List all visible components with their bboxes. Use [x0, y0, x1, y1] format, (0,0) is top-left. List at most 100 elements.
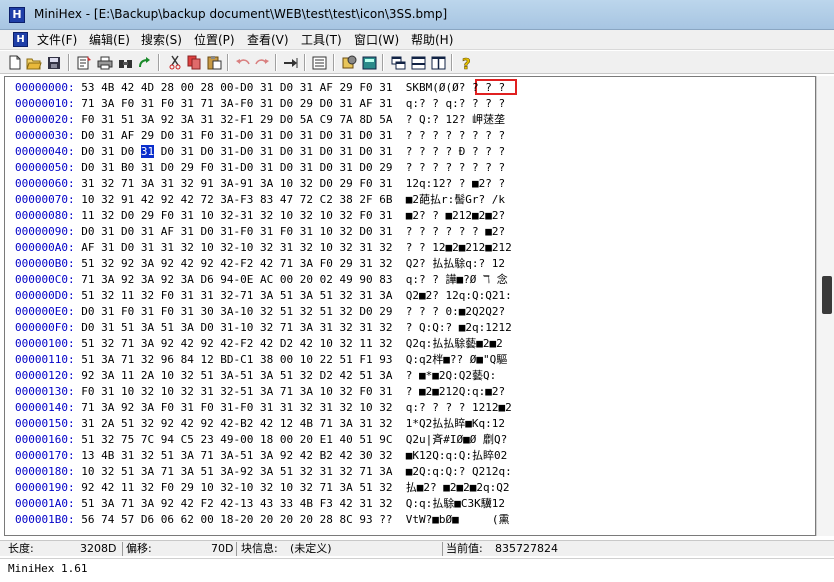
row-hex-bytes[interactable]: F0 31 51 3A 92 3A 31 32-F1 29 D0 5A C9 7…	[81, 113, 392, 126]
tools-icon[interactable]	[340, 54, 358, 71]
help-icon[interactable]: ?	[458, 54, 476, 71]
calculator-icon[interactable]	[360, 54, 378, 71]
row-hex-bytes[interactable]: D0 31 D0 31 AF 31 D0 31-F0 31 F0 31 10 3…	[81, 225, 392, 238]
hex-row[interactable]: 00000040: D0 31 D0 31 D0 31 D0 31-D0 31 …	[15, 145, 505, 158]
row-hex-bytes[interactable]: 10 32 91 42 92 42 72 3A-F3 83 47 72 C2 3…	[81, 193, 392, 206]
tile-horizontal-icon[interactable]	[409, 54, 427, 71]
row-hex-bytes[interactable]: D0 31 AF 29 D0 31 F0 31-D0 31 D0 31 D0 3…	[81, 129, 392, 142]
row-hex-bytes[interactable]: 11 32 D0 29 F0 31 10 32-31 32 10 32 10 3…	[81, 209, 392, 222]
hex-row[interactable]: 00000140: 71 3A 92 3A F0 31 F0 31-F0 31 …	[15, 401, 512, 414]
row-hex-bytes[interactable]: 51 3A 71 3A 92 42 F2 42-13 43 33 4B F3 4…	[81, 497, 392, 510]
row-ascii[interactable]: Q2■2? 12q:Q:Q21:	[406, 289, 512, 302]
row-hex-bytes[interactable]: F0 31 10 32 10 32 31 32-51 3A 71 3A 10 3…	[81, 385, 392, 398]
hex-row[interactable]: 00000070: 10 32 91 42 92 42 72 3A-F3 83 …	[15, 193, 505, 206]
undo-icon[interactable]	[233, 54, 251, 71]
row-hex-bytes[interactable]: 53 4B 42 4D 28 00 28 00-D0 31 D0 31 AF 2…	[81, 81, 392, 94]
hex-row[interactable]: 00000180: 10 32 51 3A 71 3A 51 3A-92 3A …	[15, 465, 512, 478]
row-ascii[interactable]: Q:q:払駼■C3K驥12	[406, 497, 505, 510]
row-ascii[interactable]: ■2Q:q:Q:? Q212q:	[406, 465, 512, 478]
row-ascii[interactable]: ? ■*■2Q:Q2藝Q:	[406, 369, 496, 382]
new-file-icon[interactable]	[6, 54, 24, 71]
menu-search[interactable]: 搜索(S)	[141, 32, 182, 48]
row-ascii[interactable]: ■2葩払r:髻Gr? /k	[406, 193, 505, 206]
hex-row[interactable]: 00000030: D0 31 AF 29 D0 31 F0 31-D0 31 …	[15, 129, 505, 142]
row-ascii[interactable]: q:? ? ? ? 1212■2	[406, 401, 512, 414]
row-hex-bytes[interactable]: 13 4B 31 32 51 3A 71 3A-51 3A 92 42 B2 4…	[81, 449, 392, 462]
row-ascii[interactable]: ? ■2■212Q:q:■2?	[406, 385, 505, 398]
hex-row[interactable]: 000000B0: 51 32 92 3A 92 42 92 42-F2 42 …	[15, 257, 505, 270]
copy-icon[interactable]	[185, 54, 203, 71]
row-ascii[interactable]: ? Q:? 12? 岬蒁垄	[406, 113, 505, 126]
menu-tools[interactable]: 工具(T)	[301, 32, 342, 48]
menu-position[interactable]: 位置(P)	[194, 32, 235, 48]
tile-vertical-icon[interactable]	[429, 54, 447, 71]
hex-row[interactable]: 00000170: 13 4B 31 32 51 3A 71 3A-51 3A …	[15, 449, 507, 462]
row-hex-bytes[interactable]: 71 3A F0 31 F0 31 71 3A-F0 31 D0 29 D0 3…	[81, 97, 392, 110]
hex-row[interactable]: 00000060: 31 32 71 3A 31 32 91 3A-91 3A …	[15, 177, 505, 190]
row-ascii[interactable]: ? Q:Q:? ■2q:1212	[406, 321, 512, 334]
hex-row[interactable]: 00000120: 92 3A 11 2A 10 32 51 3A-51 3A …	[15, 369, 496, 382]
hex-row[interactable]: 000000D0: 51 32 11 32 F0 31 31 32-71 3A …	[15, 289, 512, 302]
row-hex-bytes[interactable]: 31 32 71 3A 31 32 91 3A-91 3A 10 32 D0 2…	[81, 177, 392, 190]
hex-row[interactable]: 00000110: 51 3A 71 32 96 84 12 BD-C1 38 …	[15, 353, 507, 366]
hex-row[interactable]: 00000020: F0 31 51 3A 92 3A 31 32-F1 29 …	[15, 113, 505, 126]
hex-view[interactable]: 00000000: 53 4B 42 4D 28 00 28 00-D0 31 …	[4, 76, 816, 536]
row-ascii[interactable]: Q2q:払払駼藝■2■2	[406, 337, 503, 350]
properties-icon[interactable]	[75, 54, 93, 71]
hex-row[interactable]: 000000C0: 71 3A 92 3A 92 3A D6 94-0E AC …	[15, 273, 508, 286]
hex-row[interactable]: 000000A0: AF 31 D0 31 31 32 10 32-10 32 …	[15, 241, 512, 254]
row-ascii[interactable]: ■2? ? ■212■2■2?	[406, 209, 505, 222]
row-ascii[interactable]: ? ? 12■2■212■212	[406, 241, 512, 254]
row-ascii[interactable]: 払■2? ■2■2■2q:Q2	[406, 481, 510, 494]
hex-row[interactable]: 00000100: 51 32 71 3A 92 42 92 42-F2 42 …	[15, 337, 503, 350]
row-ascii[interactable]: ? ? ? ? ? ? ? ?	[406, 161, 505, 174]
find-icon[interactable]	[117, 54, 135, 71]
save-icon[interactable]	[45, 54, 63, 71]
hex-row[interactable]: 000001B0: 56 74 57 D6 06 62 00 18-20 20 …	[15, 513, 509, 526]
find-next-icon[interactable]	[136, 54, 154, 71]
row-ascii[interactable]: q:? ? q:? ? ? ?	[406, 97, 505, 110]
hex-row[interactable]: 00000050: D0 31 B0 31 D0 29 F0 31-D0 31 …	[15, 161, 505, 174]
hex-row[interactable]: 00000130: F0 31 10 32 10 32 31 32-51 3A …	[15, 385, 505, 398]
row-ascii[interactable]: q:? ? 譁■?Ø ℸ 念	[406, 273, 508, 286]
row-hex-bytes[interactable]: 51 32 71 3A 92 42 92 42-F2 42 D2 42 10 3…	[81, 337, 392, 350]
cut-icon[interactable]	[166, 54, 184, 71]
hex-row[interactable]: 00000190: 92 42 11 32 F0 29 10 32-10 32 …	[15, 481, 509, 494]
redo-icon[interactable]	[253, 54, 271, 71]
row-hex-bytes[interactable]: 51 3A 71 32 96 84 12 BD-C1 38 00 10 22 5…	[81, 353, 392, 366]
hex-row[interactable]: 000001A0: 51 3A 71 3A 92 42 F2 42-13 43 …	[15, 497, 505, 510]
row-ascii[interactable]: ? ? ? ? ? ? ■2?	[406, 225, 505, 238]
row-hex-bytes[interactable]: 92 42 11 32 F0 29 10 32-10 32 10 32 71 3…	[81, 481, 392, 494]
paste-icon[interactable]	[205, 54, 223, 71]
row-hex-bytes[interactable]: 10 32 51 3A 71 3A 51 3A-92 3A 51 32 31 3…	[81, 465, 392, 478]
row-hex-bytes[interactable]: 31 2A 51 32 92 42 92 42-B2 42 12 4B 71 3…	[81, 417, 392, 430]
hex-row[interactable]: 00000000: 53 4B 42 4D 28 00 28 00-D0 31 …	[15, 81, 505, 94]
print-icon[interactable]	[96, 54, 114, 71]
row-hex-bytes[interactable]: AF 31 D0 31 31 32 10 32-10 32 31 32 10 3…	[81, 241, 392, 254]
caret-byte[interactable]: 31	[140, 145, 155, 158]
hex-row[interactable]: 00000150: 31 2A 51 32 92 42 92 42-B2 42 …	[15, 417, 505, 430]
menu-help[interactable]: 帮助(H)	[411, 32, 453, 48]
open-folder-icon[interactable]	[25, 54, 43, 71]
hex-row[interactable]: 00000090: D0 31 D0 31 AF 31 D0 31-F0 31 …	[15, 225, 505, 238]
row-ascii[interactable]: VtW?■bØ■ (熏	[406, 513, 510, 526]
row-ascii[interactable]: Q2u|斉#IØ■Ø 劘Q?	[406, 433, 507, 446]
hex-row[interactable]: 00000010: 71 3A F0 31 F0 31 71 3A-F0 31 …	[15, 97, 505, 110]
menu-view[interactable]: 查看(V)	[247, 32, 289, 48]
row-ascii[interactable]: ■K12Q:q:Q:払睟02	[406, 449, 507, 462]
row-hex-bytes[interactable]: D0 31 D0 31 D0 31 D0 31-D0 31 D0 31 D0 3…	[81, 145, 393, 158]
row-hex-bytes[interactable]: 56 74 57 D6 06 62 00 18-20 20 20 20 28 8…	[81, 513, 392, 526]
menu-edit[interactable]: 编辑(E)	[89, 32, 130, 48]
menu-window[interactable]: 窗口(W)	[354, 32, 399, 48]
row-hex-bytes[interactable]: 51 32 11 32 F0 31 31 32-71 3A 51 3A 51 3…	[81, 289, 392, 302]
row-hex-bytes[interactable]: 71 3A 92 3A 92 3A D6 94-0E AC 00 20 02 4…	[81, 273, 392, 286]
document-icon[interactable]: H	[13, 32, 28, 47]
row-hex-bytes[interactable]: 51 32 75 7C 94 C5 23 49-00 18 00 20 E1 4…	[81, 433, 392, 446]
row-ascii[interactable]: ? ? ? 0:■2Q2Q2?	[406, 305, 505, 318]
notepad-icon[interactable]	[310, 54, 328, 71]
hex-row[interactable]: 00000080: 11 32 D0 29 F0 31 10 32-31 32 …	[15, 209, 505, 222]
goto-icon[interactable]	[282, 54, 300, 71]
hex-row[interactable]: 00000160: 51 32 75 7C 94 C5 23 49-00 18 …	[15, 433, 507, 446]
row-hex-bytes[interactable]: D0 31 B0 31 D0 29 F0 31-D0 31 D0 31 D0 3…	[81, 161, 392, 174]
hex-row[interactable]: 000000F0: D0 31 51 3A 51 3A D0 31-10 32 …	[15, 321, 512, 334]
